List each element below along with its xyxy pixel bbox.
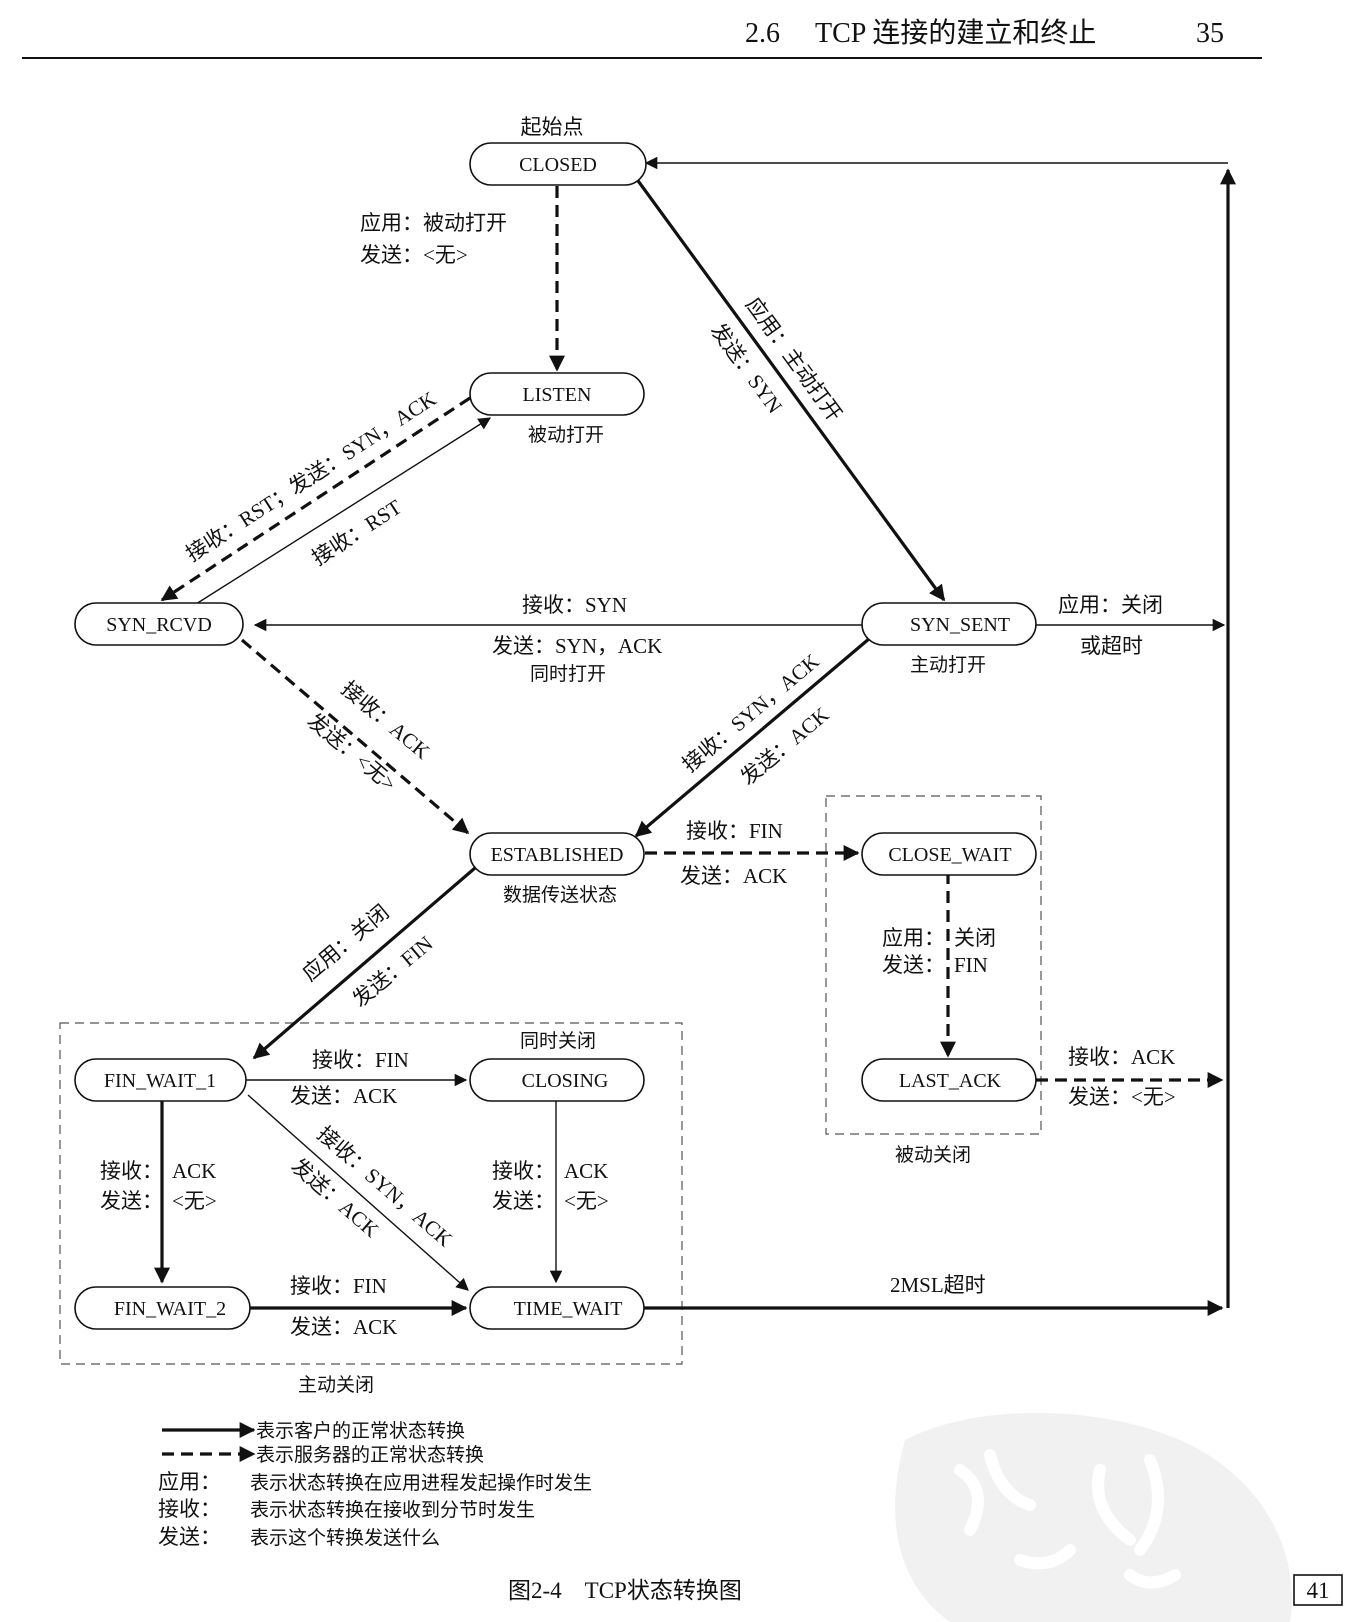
state-close-wait: CLOSE_WAIT [861,832,1037,876]
label-est-closewait-1: 接收：FIN [686,819,783,843]
state-syn-rcvd-label: SYN_RCVD [106,614,212,636]
label-synsent-synrcvd-1: 接收：SYN [522,593,627,617]
label-closing-tw-2a: 发送： [492,1189,555,1213]
arrow-synrcvd-established [240,638,470,835]
passive-close-label: 被动关闭 [895,1144,971,1166]
label-closing-tw-2b: <无> [564,1189,609,1213]
label-fw1-closing-1: 接收：FIN [312,1048,409,1072]
active-close-label: 主动关闭 [298,1374,374,1396]
state-last-ack: LAST_ACK [861,1058,1037,1102]
state-listen-label: LISTEN [523,384,592,406]
label-est-closewait-2: 发送：ACK [680,864,787,888]
label-synrcvd-listen: 接收：RST [308,495,406,571]
label-closewait-lastack-1b: 关闭 [954,926,996,950]
state-listen: LISTEN [469,372,645,416]
label-fw1-fw2-1b: ACK [172,1159,216,1183]
label-closewait-lastack-1a: 应用： [882,926,945,950]
label-listen-synrcvd: 接收：RST；发送：SYN，ACK [182,387,441,567]
label-fw1-fw2-2b: <无> [172,1189,217,1213]
state-closing: CLOSING [469,1058,645,1102]
state-fin-wait-2: FIN_WAIT_2 [74,1286,251,1330]
figure-caption: 图2-4 TCP状态转换图 [508,1578,742,1603]
label-lastack-closed-1: 接收：ACK [1068,1045,1175,1069]
label-closed-listen-1: 应用：被动打开 [360,211,507,235]
legend-send-key: 发送： [158,1525,221,1549]
state-closed: CLOSED [469,142,647,186]
header-section: 2.6 [745,18,780,49]
established-note: 数据传送状态 [503,884,617,906]
state-closing-label: CLOSING [522,1070,609,1092]
legend-recv-key: 接收： [158,1497,221,1521]
corner-page-box: 41 [1293,1574,1343,1606]
syn-sent-note: 主动打开 [910,654,986,676]
state-established-label: ESTABLISHED [491,844,624,866]
arrow-established-finwait1 [252,866,477,1060]
label-fw2-tw-2: 发送：ACK [290,1315,397,1339]
label-fw2-tw-1: 接收：FIN [290,1274,387,1298]
legend-recv-desc: 表示状态转换在接收到分节时发生 [250,1499,535,1521]
label-closed-synsent-1: 应用：主动打开 [741,293,847,426]
label-fw1-closing-2: 发送：ACK [290,1084,397,1108]
state-fin-wait-1: FIN_WAIT_1 [74,1058,247,1102]
arrow-finwait1-timewait [247,1094,469,1291]
state-syn-rcvd: SYN_RCVD [74,602,244,646]
listen-note: 被动打开 [528,424,604,446]
closing-note: 同时关闭 [520,1030,596,1052]
legend-send-desc: 表示这个转换发送什么 [250,1527,440,1549]
corner-page-number: 41 [1307,1578,1330,1603]
label-synsent-synrcvd-2: 发送：SYN，ACK [492,634,662,658]
state-time-wait-label: TIME_WAIT [514,1298,623,1320]
label-closing-tw-1a: 接收： [492,1159,555,1183]
start-label: 起始点 [521,115,584,139]
arrow-closed-synsent [634,177,946,602]
label-synsent-close-1: 应用：关闭 [1058,593,1163,617]
label-closing-tw-1b: ACK [564,1159,608,1183]
tcp-state-diagram: 2.6 TCP 连接的建立和终止 35 被动关闭 主动关闭 CLOSED 起始点… [22,17,1343,1622]
legend: 表示客户的正常状态转换 表示服务器的正常状态转换 应用： 表示状态转换在应用进程… [158,1420,592,1549]
legend-app-key: 应用： [158,1470,221,1494]
state-fin-wait-2-label: FIN_WAIT_2 [114,1298,226,1320]
state-closed-label: CLOSED [519,154,597,176]
state-syn-sent-label: SYN_SENT [910,614,1010,636]
arrow-listen-synrcvd [160,396,471,602]
state-fin-wait-1-label: FIN_WAIT_1 [104,1070,216,1092]
label-closewait-lastack-2a: 发送： [882,953,945,977]
state-last-ack-label: LAST_ACK [899,1070,1002,1092]
arrow-synsent-established [634,636,872,838]
state-established: ESTABLISHED [469,832,645,876]
label-lastack-closed-2: 发送：<无> [1068,1085,1176,1109]
label-synsent-close-2: 或超时 [1080,634,1143,658]
label-tw-closed: 2MSL超时 [890,1273,986,1297]
page: 2.6 TCP 连接的建立和终止 35 被动关闭 主动关闭 CLOSED 起始点… [0,0,1358,1622]
header-title: TCP 连接的建立和终止 [815,17,1096,49]
state-close-wait-label: CLOSE_WAIT [888,844,1011,866]
label-fw1-fw2-2a: 发送： [100,1189,163,1213]
label-synsent-synrcvd-3: 同时打开 [530,663,606,685]
legend-app-desc: 表示状态转换在应用进程发起操作时发生 [250,1472,592,1494]
state-syn-sent: SYN_SENT [861,602,1037,646]
legend-dashed-text: 表示服务器的正常状态转换 [256,1444,484,1466]
label-fw1-fw2-1a: 接收： [100,1159,163,1183]
label-closed-listen-2: 发送：<无> [360,243,468,267]
seal-watermark [895,1412,1292,1622]
header-page-number: 35 [1196,18,1224,49]
state-time-wait: TIME_WAIT [469,1286,645,1330]
legend-solid-text: 表示客户的正常状态转换 [256,1420,465,1442]
label-closewait-lastack-2b: FIN [954,953,988,977]
